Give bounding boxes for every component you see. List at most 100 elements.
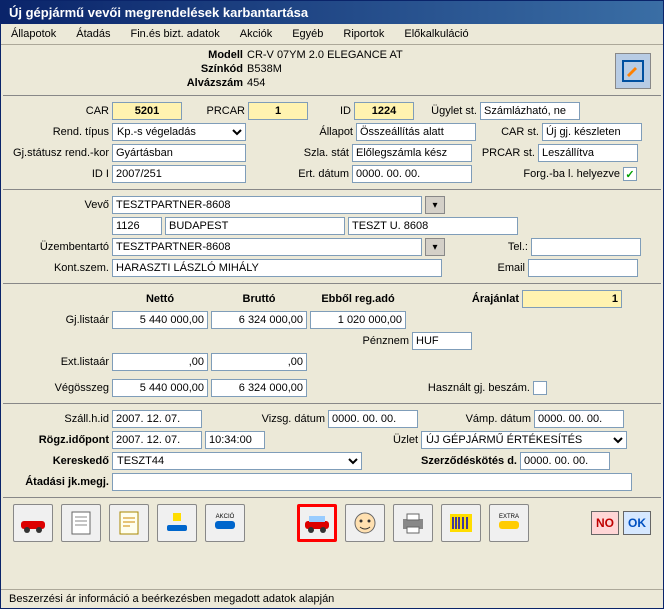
uzem-lookup-button[interactable]: ▾ [425,238,445,256]
menubar: Állapotok Átadás Fin.és bizt. adatok Akc… [1,24,663,45]
szlastat-field[interactable]: Előlegszámla kész [352,144,472,162]
car-red-icon[interactable] [13,504,53,542]
car-label: CAR [9,105,109,117]
veg-netto-field[interactable]: 5 440 000,00 [112,379,208,397]
szall-field[interactable]: 2007. 12. 07. [112,410,202,428]
uzlet-label: Üzlet [268,434,418,446]
vegosszeg-label: Végösszeg [9,382,109,394]
gjlista-label: Gj.listaár [9,314,109,326]
prcarst-label: PRCAR st. [475,147,535,159]
menu-elokalk[interactable]: Előkalkuláció [398,26,474,42]
order-icon[interactable] [109,504,149,542]
menu-atadas[interactable]: Átadás [70,26,116,42]
gjstat-label: Gj.státusz rend.-kor [9,147,109,159]
allapot-field[interactable]: Összeállítás alatt [356,123,476,141]
car-field[interactable]: 5201 [112,102,182,120]
barcode-icon[interactable] [441,504,481,542]
id-field[interactable]: 1224 [354,102,414,120]
idi-label: ID I [9,168,109,180]
rogz-date-field[interactable]: 2007. 12. 07. [112,431,202,449]
menu-allapotok[interactable]: Állapotok [5,26,62,42]
veg-brutto-field[interactable]: 6 324 000,00 [211,379,307,397]
printer-icon[interactable] [393,504,433,542]
alvazszam-label: Alvázszám [173,77,243,89]
vevo-city-field[interactable]: BUDAPEST [165,217,345,235]
gj-regado-field[interactable]: 1 020 000,00 [310,311,406,329]
netto-header: Nettó [112,293,208,305]
id-label: ID [311,105,351,117]
ugylet-label: Ügylet st. [417,105,477,117]
menu-riportok[interactable]: Riportok [337,26,390,42]
vizsg-field[interactable]: 0000. 00. 00. [328,410,418,428]
prcar-label: PRCAR [185,105,245,117]
extlista-label: Ext.listaár [9,356,109,368]
forg-checkbox[interactable]: ✓ [623,167,637,181]
car-lift-icon[interactable] [157,504,197,542]
brutto-header: Bruttó [211,293,307,305]
hasznalt-label: Használt gj. beszám. [310,382,530,394]
document-icon[interactable] [61,504,101,542]
atad-label: Átadási jk.megj. [9,476,109,488]
extra-icon[interactable]: EXTRA [489,504,529,542]
arajanlat-label: Árajánlat [409,293,519,305]
rendtip-select[interactable]: Kp.-s végeladás [112,123,246,141]
vamp-label: Vámp. dátum [421,413,531,425]
prcarst-field[interactable]: Leszállítva [538,144,638,162]
tel-label: Tel.: [448,241,528,253]
gj-brutto-field[interactable]: 6 324 000,00 [211,311,307,329]
vevo-addr-field[interactable]: TESZT U. 8608 [348,217,518,235]
no-button[interactable]: NO [591,511,619,535]
vevo-label: Vevő [9,199,109,211]
hasznalt-checkbox[interactable] [533,381,547,395]
vevo-lookup-button[interactable]: ▾ [425,196,445,214]
tel-field[interactable] [531,238,641,256]
idi-field[interactable]: 2007/251 [112,165,246,183]
carst-label: CAR st. [479,126,539,138]
svg-text:EXTRA: EXTRA [499,514,519,520]
vizsg-label: Vizsg. dátum [205,413,325,425]
edit-icon[interactable] [615,53,651,89]
statusbar: Beszerzési ár információ a beérkezésben … [1,589,663,608]
ugylet-field[interactable]: Számlázható, ne [480,102,580,120]
menu-akciok[interactable]: Akciók [234,26,278,42]
vevo-zip-field[interactable]: 1126 [112,217,162,235]
keresk-label: Kereskedő [9,455,109,467]
szerz-label: Szerződéskötés d. [365,455,517,467]
kont-name-field[interactable]: HARASZTI LÁSZLÓ MIHÁLY [112,259,442,277]
penznem-label: Pénznem [9,335,409,347]
szinkod-label: Színkód [173,63,243,75]
alvazszam-value: 454 [247,77,265,89]
szinkod-value: B538M [247,63,282,75]
szall-label: Száll.h.id [9,413,109,425]
atad-field[interactable] [112,473,632,491]
rendtip-label: Rend. típus [9,126,109,138]
keresk-select[interactable]: TESZT44 [112,452,362,470]
menu-egyeb[interactable]: Egyéb [286,26,329,42]
svg-text:AKCIÓ: AKCIÓ [216,513,235,520]
gjstat-field[interactable]: Gyártásban [112,144,246,162]
gj-netto-field[interactable]: 5 440 000,00 [112,311,208,329]
car-main-icon[interactable] [297,504,337,542]
uzem-name-field[interactable]: TESZTPARTNER-8608 [112,238,422,256]
rogz-time-field[interactable]: 10:34:00 [205,431,265,449]
szerz-field[interactable]: 0000. 00. 00. [520,452,610,470]
vamp-field[interactable]: 0000. 00. 00. [534,410,624,428]
allapot-label: Állapot [249,126,353,138]
penznem-field[interactable]: HUF [412,332,472,350]
ext-netto-field[interactable]: ,00 [112,353,208,371]
vevo-name-field[interactable]: TESZTPARTNER-8608 [112,196,422,214]
uzlet-select[interactable]: ÚJ GÉPJÁRMŰ ÉRTÉKESÍTÉS [421,431,627,449]
prcar-field[interactable]: 1 [248,102,308,120]
face-icon[interactable] [345,504,385,542]
email-label: Email [445,262,525,274]
uzem-label: Üzembentartó [9,241,109,253]
carst-field[interactable]: Új gj. készleten [542,123,642,141]
arajanlat-field[interactable]: 1 [522,290,622,308]
menu-fin[interactable]: Fin.és bizt. adatok [125,26,226,42]
akcio-icon[interactable]: AKCIÓ [205,504,245,542]
window-title: Új gépjármű vevői megrendelések karbanta… [1,1,663,24]
ertdat-field[interactable]: 0000. 00. 00. [352,165,472,183]
ok-button[interactable]: OK [623,511,651,535]
ext-brutto-field[interactable]: ,00 [211,353,307,371]
email-field[interactable] [528,259,638,277]
